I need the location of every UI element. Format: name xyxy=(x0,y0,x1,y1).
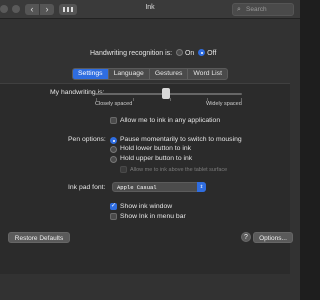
show-ink-menu-bar-label[interactable]: Show Ink in menu bar xyxy=(120,213,186,220)
pen-option-pause-radio[interactable] xyxy=(110,137,117,144)
tab-bar: Settings Language Gestures Word List xyxy=(72,68,228,80)
search-field[interactable]: ⌕ Search xyxy=(232,3,294,16)
pen-options-label: Pen options: xyxy=(68,136,106,143)
recognition-on-radio[interactable] xyxy=(176,49,183,56)
pen-option-upper-label[interactable]: Hold upper button to ink xyxy=(120,155,192,162)
tab-gestures[interactable]: Gestures xyxy=(150,69,189,79)
handwriting-recognition-row: Handwriting recognition is: On Off xyxy=(90,49,216,57)
ink-pad-font-select[interactable]: Apple Casual ⇕ xyxy=(112,182,206,192)
ink-pad-font-label: Ink pad font: xyxy=(68,184,106,191)
pen-option-upper-radio[interactable] xyxy=(110,156,117,163)
recognition-label: Handwriting recognition is: xyxy=(90,50,173,57)
slider-tick xyxy=(170,98,171,101)
tab-settings[interactable]: Settings xyxy=(73,69,109,79)
allow-above-tablet-checkbox[interactable] xyxy=(120,166,127,173)
show-ink-window-checkbox[interactable] xyxy=(110,202,117,210)
slider-min-label: Closely spaced xyxy=(95,101,133,107)
recognition-off-radio[interactable] xyxy=(198,49,206,56)
settings-panel xyxy=(0,83,290,274)
allow-any-app-checkbox[interactable] xyxy=(110,117,117,124)
tab-language[interactable]: Language xyxy=(109,69,150,79)
recognition-on-label[interactable]: On xyxy=(185,50,194,57)
allow-above-tablet-label: Allow me to ink above the tablet surface xyxy=(130,167,228,173)
title-bar: ‹ › Ink ⌕ Search xyxy=(0,0,300,19)
help-button[interactable]: ? xyxy=(241,232,251,242)
allow-any-app-label[interactable]: Allow me to ink in any application xyxy=(120,117,220,124)
ink-pad-font-value: Apple Casual xyxy=(117,184,157,191)
tab-word-list[interactable]: Word List xyxy=(188,69,227,79)
preferences-window: ‹ › Ink ⌕ Search Handwriting recognition… xyxy=(0,0,300,300)
handwriting-slider-knob[interactable] xyxy=(161,88,170,99)
options-button[interactable]: Options... xyxy=(253,232,293,243)
show-ink-menu-bar-checkbox[interactable] xyxy=(110,213,117,220)
restore-defaults-button[interactable]: Restore Defaults xyxy=(8,232,70,243)
search-placeholder: Search xyxy=(246,6,267,13)
recognition-off-label[interactable]: Off xyxy=(207,50,216,57)
pen-option-lower-label[interactable]: Hold lower button to ink xyxy=(120,145,191,152)
search-icon: ⌕ xyxy=(237,6,241,13)
pen-option-pause-label[interactable]: Pause momentarily to switch to mousing xyxy=(120,136,242,143)
slider-max-label: Widely spaced xyxy=(206,101,242,107)
slider-tick xyxy=(133,98,134,101)
show-ink-window-label[interactable]: Show ink window xyxy=(120,203,172,210)
pen-option-lower-radio[interactable] xyxy=(110,146,117,153)
chevron-updown-icon: ⇕ xyxy=(197,182,206,192)
